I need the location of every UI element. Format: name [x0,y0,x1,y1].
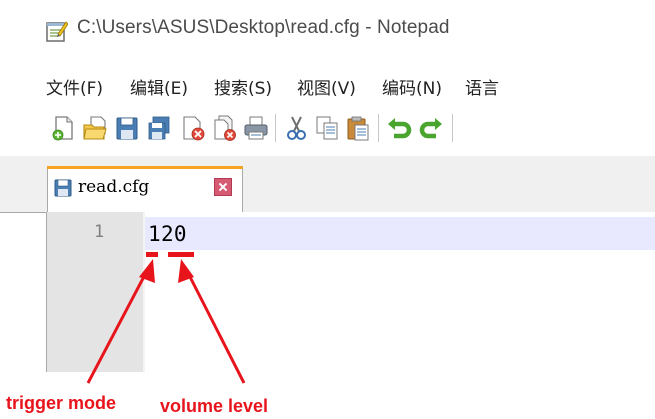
toolbar-separator [275,114,276,142]
toolbar-separator [378,114,379,142]
open-file-icon[interactable] [82,114,108,142]
toolbar-separator [452,114,453,142]
line-number-gutter: 1 [47,212,143,372]
line-content[interactable]: 120 [148,222,187,246]
menu-language[interactable]: 语言 [465,74,499,99]
menu-file[interactable]: 文件(F) [46,74,103,99]
toolbar [0,104,655,156]
notepad-app-icon [46,21,68,42]
copy-icon[interactable] [314,114,340,142]
close-file-icon[interactable] [180,114,206,142]
cut-icon[interactable] [283,114,309,142]
close-tab-icon[interactable] [214,178,232,196]
new-file-icon[interactable] [50,114,76,142]
window-title: C:\Users\ASUS\Desktop\read.cfg - Notepad [77,17,450,38]
save-icon[interactable] [114,114,140,142]
trigger-mode-label: trigger mode [6,393,117,413]
tab-label: read.cfg [78,177,150,197]
tab-strip: read.cfg [0,156,655,213]
menu-bar: 文件(F) 编辑(E) 搜索(S) 视图(V) 编码(N) 语言 [0,62,655,104]
current-line-highlight [145,217,655,250]
line-number: 1 [94,222,105,242]
menu-encoding[interactable]: 编码(N) [382,74,442,99]
tab-read-cfg[interactable]: read.cfg [47,166,243,212]
undo-icon[interactable] [386,114,412,142]
print-icon[interactable] [243,114,269,142]
menu-edit[interactable]: 编辑(E) [130,74,188,99]
menu-view[interactable]: 视图(V) [297,74,356,99]
close-all-icon[interactable] [212,114,238,142]
active-tab-indicator [47,166,243,169]
text-editor[interactable]: 1 120 [47,212,655,419]
paste-icon[interactable] [345,114,371,142]
menu-search[interactable]: 搜索(S) [214,74,272,99]
redo-icon[interactable] [418,114,444,142]
title-bar: C:\Users\ASUS\Desktop\read.cfg - Notepad [0,0,655,62]
saved-file-icon [54,179,72,197]
save-all-icon[interactable] [146,114,172,142]
volume-level-label: volume level [160,396,269,416]
